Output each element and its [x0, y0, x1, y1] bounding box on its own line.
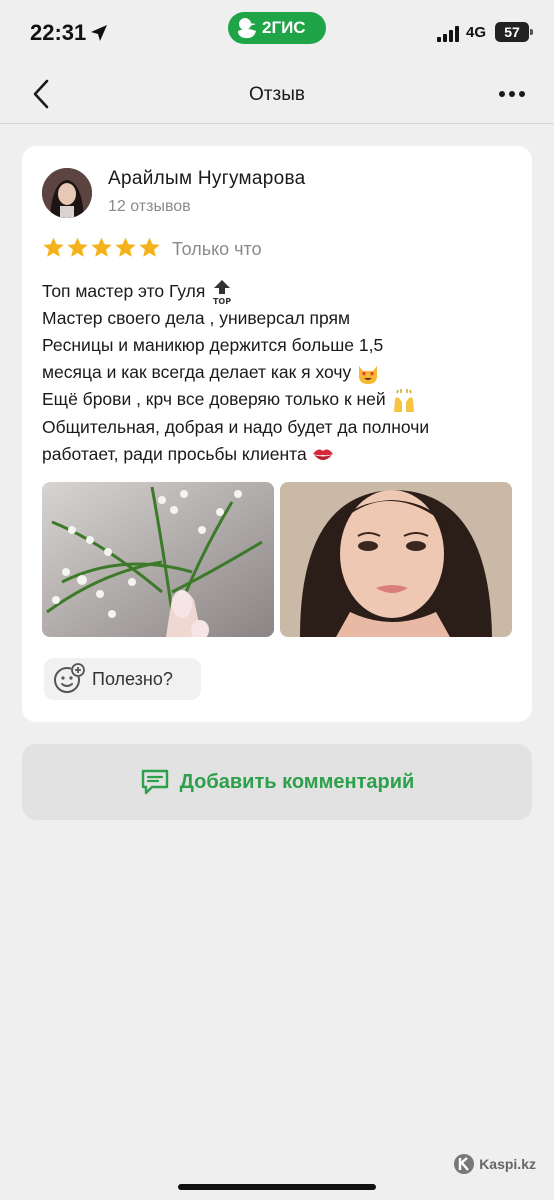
review-line: Топ мастер это Гуля TOP	[42, 278, 522, 305]
star-icon	[139, 237, 160, 257]
add-comment-label: Добавить комментарий	[179, 770, 415, 793]
watermark-text: Kaspi.kz	[479, 1156, 536, 1172]
page-title: Отзыв	[249, 84, 305, 105]
location-arrow-icon	[91, 25, 107, 41]
battery-indicator: 57	[495, 22, 533, 42]
svg-text:TOP: TOP	[213, 297, 231, 305]
review-photo-portrait[interactable]	[280, 482, 512, 637]
helpful-label: Полезно?	[92, 668, 173, 689]
kaspi-logo-icon	[454, 1154, 475, 1174]
app-badge-2gis[interactable]: 2ГИС	[228, 12, 326, 44]
comment-icon	[141, 769, 168, 795]
avatar-photo	[42, 168, 92, 218]
heart-eyes-cat-emoji-icon	[359, 365, 378, 384]
app-badge-label: 2ГИС	[262, 18, 306, 37]
kiss-mark-emoji-icon	[312, 449, 333, 461]
battery-level: 57	[504, 24, 520, 40]
status-bar: 22:31 2ГИС 4G 57	[0, 0, 554, 64]
star-icon	[115, 237, 136, 257]
review-photos	[42, 482, 512, 637]
author-review-count: 12 отзывов	[108, 198, 191, 215]
more-horizontal-icon[interactable]	[498, 84, 526, 104]
review-card: Арайлым Нугумарова 12 отзывов Только что…	[22, 146, 532, 722]
home-indicator[interactable]	[178, 1184, 376, 1190]
smiley-add-icon	[54, 663, 85, 693]
add-comment-button[interactable]: Добавить комментарий	[22, 744, 532, 820]
review-time: Только что	[172, 239, 262, 259]
review-line: Ресницы и маникюр держится больше 1,5	[42, 335, 384, 356]
review-photo-flowers[interactable]	[42, 482, 274, 637]
nav-bar: Отзыв	[0, 64, 554, 124]
helpful-button[interactable]: Полезно?	[44, 658, 201, 700]
rating-stars	[42, 236, 161, 259]
top-arrow-emoji-icon: TOP	[213, 280, 231, 305]
author-name[interactable]: Арайлым Нугумарова	[108, 168, 306, 190]
kaspi-watermark: Kaspi.kz	[453, 1153, 536, 1175]
star-icon	[43, 237, 64, 257]
review-line: Ещё брови , крч все доверяю только к ней	[42, 386, 522, 413]
star-icon	[67, 237, 88, 257]
status-time: 22:31	[30, 20, 87, 45]
review-line: месяца и как всегда делает как я хочу	[42, 359, 522, 386]
review-line: Общительная, добрая и надо будет да полн…	[42, 416, 430, 437]
avatar[interactable]	[42, 168, 92, 218]
network-type: 4G	[466, 24, 487, 41]
review-text: Топ мастер это Гуля TOP Мастер своего де…	[42, 278, 522, 468]
raising-hands-emoji-icon	[393, 388, 414, 412]
review-line: Мастер своего дела , универсал прям	[42, 308, 351, 329]
review-line: работает, ради просьбы клиента	[42, 441, 522, 468]
cellular-signal-icon	[437, 26, 459, 42]
duck-icon	[238, 18, 256, 39]
star-icon	[91, 237, 112, 257]
